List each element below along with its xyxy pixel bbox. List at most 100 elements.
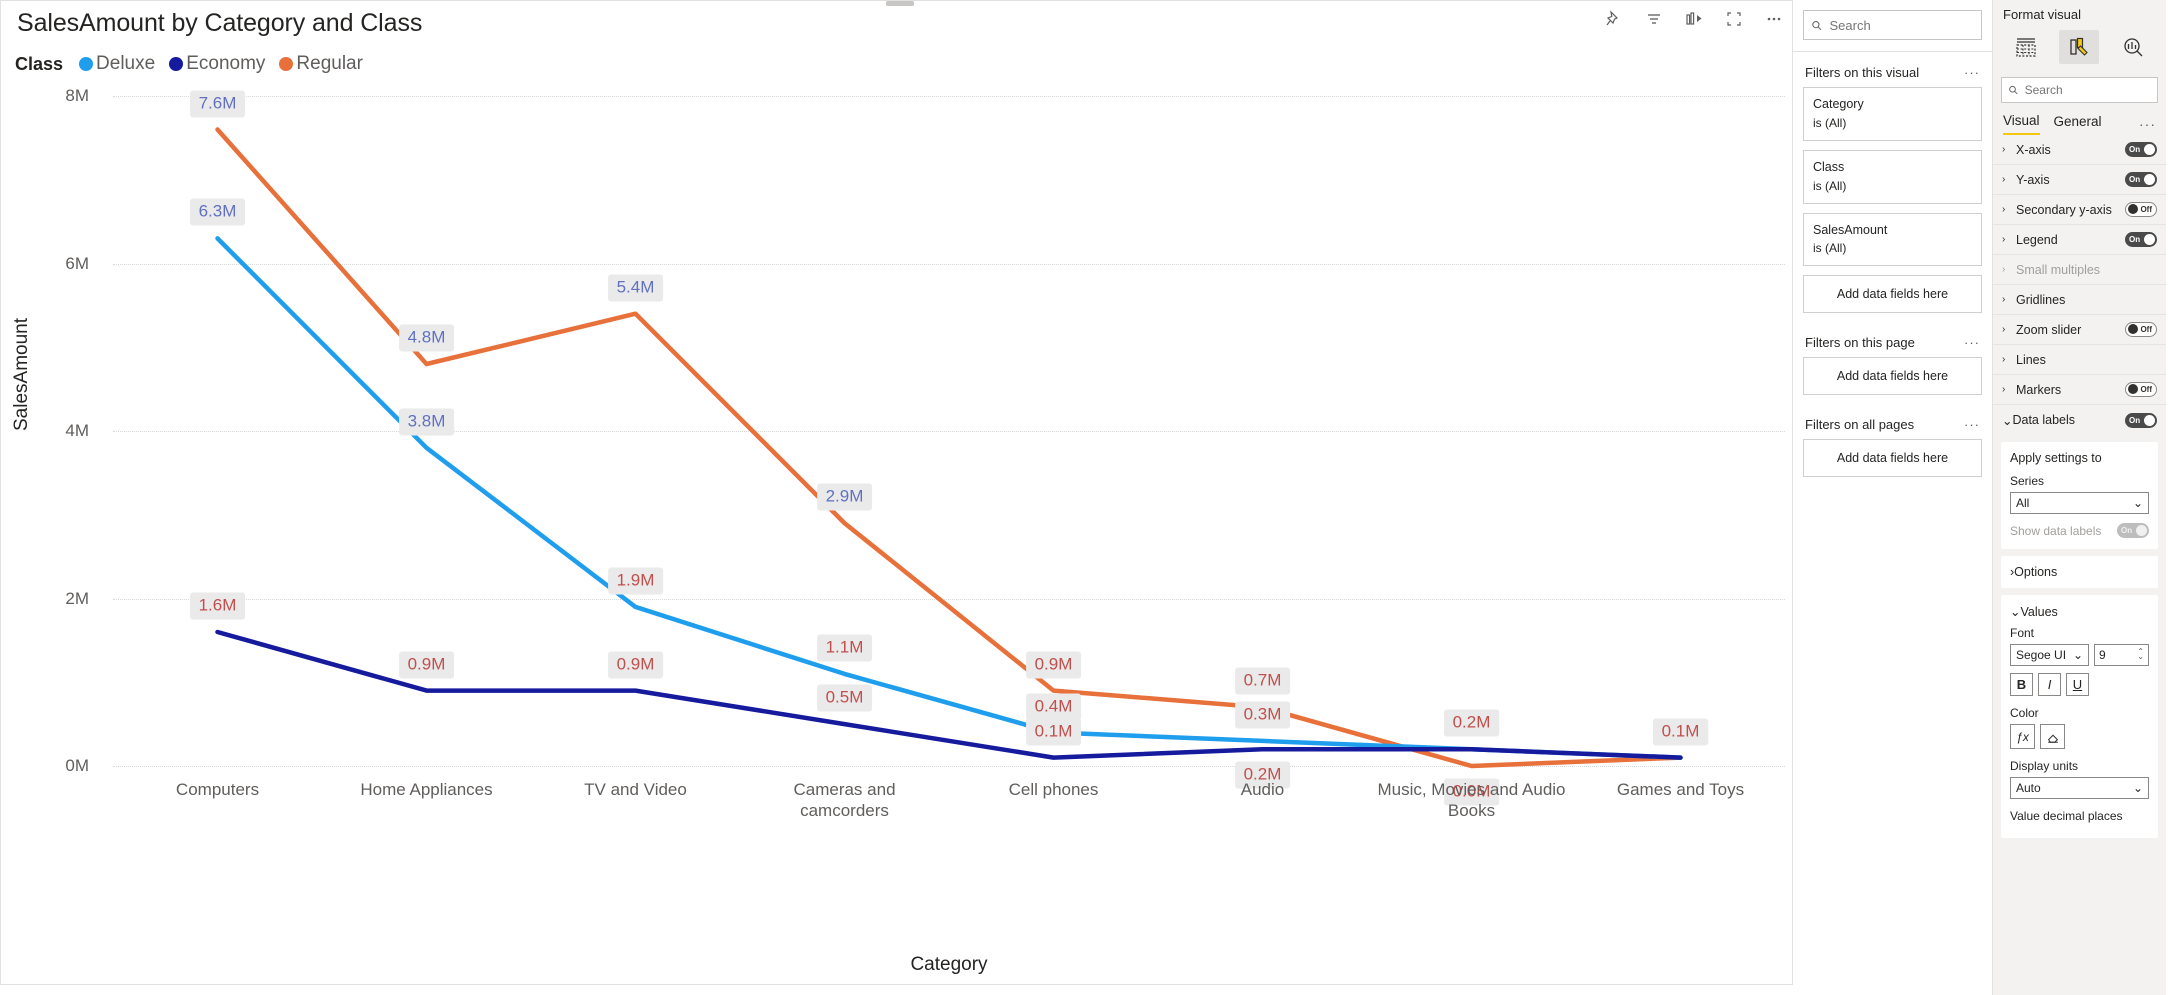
format-row-label: Markers	[2016, 382, 2062, 397]
format-row-toggle[interactable]: Off	[2125, 202, 2157, 217]
filter-dropzone[interactable]: Add data fields here	[1803, 439, 1982, 478]
filter-icon[interactable]	[1644, 9, 1664, 29]
underline-button[interactable]: U	[2066, 673, 2089, 696]
italic-button[interactable]: I	[2038, 673, 2061, 696]
filters-section-more-icon[interactable]: ···	[1964, 335, 1980, 350]
format-row-toggle[interactable]: On	[2125, 142, 2157, 157]
data-label: 0.1M	[1652, 718, 1709, 746]
filters-section-more-icon[interactable]: ···	[1964, 65, 1980, 80]
chart-plot-area[interactable]: 6.3M 3.8M 1.9M 1.1M 0.4M 0.3M 0.2M 0.1M 1.6M 0.9M…	[65, 86, 1785, 891]
format-tabs-more-icon[interactable]: ···	[2139, 116, 2156, 132]
values-group[interactable]: ⌄ Values	[2010, 604, 2149, 619]
y-axis-tick-label: 8M	[65, 86, 89, 105]
chevron-down-icon: ⌄	[2072, 648, 2083, 662]
more-options-icon[interactable]	[1764, 9, 1784, 29]
filters-search-box[interactable]	[1803, 10, 1982, 40]
filter-card[interactable]: Category is (All)	[1803, 87, 1982, 141]
build-visual-glyph	[2016, 37, 2036, 57]
filter-field-name: SalesAmount	[1813, 222, 1888, 237]
font-controls: Segoe UI ⌄ 9 ⌃ ⌄	[2010, 644, 2149, 666]
format-row-label: Lines	[2016, 352, 2046, 367]
font-style-buttons: B I U	[2010, 673, 2149, 696]
tab-general[interactable]: General	[2054, 114, 2102, 134]
pin-icon[interactable]	[1604, 9, 1624, 29]
chevron-right-icon: ›	[2002, 174, 2006, 185]
analytics-magnifier-glyph	[2124, 37, 2143, 56]
x-axis-tick-label: Music, Movies and Audio Books	[1377, 780, 1566, 820]
data-label: 0.2M	[1443, 709, 1500, 737]
x-axis-tick-label: Cell phones	[1008, 780, 1099, 799]
format-row-label: Legend	[2016, 232, 2058, 247]
bold-button[interactable]: B	[2010, 673, 2033, 696]
format-search-box[interactable]	[2001, 77, 2158, 103]
format-row-toggle[interactable]: On	[2125, 232, 2157, 247]
format-row-y-axis[interactable]: › Y-axis On	[1993, 165, 2166, 195]
focus-mode-icon[interactable]	[1724, 9, 1744, 29]
color-label: Color	[2010, 706, 2039, 720]
format-row-toggle[interactable]: Off	[2125, 322, 2157, 337]
drill-icon[interactable]	[1684, 9, 1704, 29]
filter-dropzone[interactable]: Add data fields here	[1803, 357, 1982, 396]
data-labels-toggle[interactable]: On	[2125, 412, 2157, 428]
show-data-labels-toggle[interactable]: On	[2117, 523, 2149, 538]
chevron-down-icon: ⌄	[2002, 413, 2013, 428]
y-axis-tick-label: 6M	[65, 253, 89, 273]
filters-section-title: Filters on this page	[1805, 335, 1915, 351]
page-title: SalesAmount by Category and Class	[17, 9, 423, 37]
filter-card[interactable]: SalesAmount is (All)	[1803, 212, 1982, 267]
display-units-select[interactable]: Auto ⌄	[2010, 777, 2149, 799]
data-label: 1.9M	[607, 567, 664, 595]
visual-top-resize-handle[interactable]	[886, 1, 914, 6]
value-decimal-places-label: Value decimal places	[2010, 809, 2123, 823]
legend-swatch-regular	[279, 57, 294, 71]
format-row-markers[interactable]: › Markers Off	[1993, 375, 2166, 405]
format-pane-title: Format visual	[2003, 7, 2082, 22]
filters-section-more-icon[interactable]: ···	[1964, 417, 1980, 432]
chevron-right-icon: ›	[2002, 264, 2006, 275]
x-axis-tick-label: Home Appliances	[360, 780, 493, 799]
filter-dropzone[interactable]: Add data fields here	[1803, 275, 1982, 314]
series-select[interactable]: All ⌄	[2010, 492, 2149, 514]
chart-series-lines	[215, 127, 1683, 769]
format-row-gridlines[interactable]: › Gridlines	[1993, 285, 2166, 315]
color-controls: ƒx	[2010, 724, 2149, 749]
build-visual-icon[interactable]	[2006, 30, 2046, 64]
series-label: Series	[2010, 474, 2045, 488]
options-label: Options	[2014, 565, 2058, 579]
format-row-toggle[interactable]: Off	[2125, 382, 2157, 397]
chart-visual-container[interactable]: SalesAmount by Category and Class Class …	[0, 0, 1793, 985]
format-row-secondary-y-axis[interactable]: › Secondary y-axis Off	[1993, 195, 2166, 225]
data-label: 0.3M	[1234, 701, 1291, 729]
chevron-right-icon: ›	[2002, 324, 2006, 335]
y-axis-tick-label: 0M	[65, 756, 89, 775]
font-size-stepper[interactable]: 9 ⌃ ⌄	[2094, 644, 2149, 666]
format-search-input[interactable]	[2024, 83, 2151, 97]
filter-field-name: Class	[1813, 159, 1845, 174]
font-family-value: Segoe UI	[2016, 648, 2067, 662]
options-group[interactable]: › Options	[2001, 556, 2158, 588]
reset-color-button[interactable]	[2040, 724, 2065, 749]
values-card: ⌄ Values Font Segoe UI ⌄ 9 ⌃ ⌄ B I U Colo…	[2001, 595, 2158, 838]
format-group-data-labels[interactable]: ⌄ Data labels On	[1993, 405, 2166, 435]
format-row-legend[interactable]: › Legend On	[1993, 225, 2166, 255]
conditional-formatting-fx-button[interactable]: ƒx	[2010, 724, 2035, 749]
format-row-x-axis[interactable]: › X-axis On	[1993, 135, 2166, 165]
tab-visual[interactable]: Visual	[2003, 113, 2040, 135]
format-row-label: Y-axis	[2016, 172, 2050, 187]
legend-item-deluxe[interactable]: Deluxe	[79, 53, 155, 75]
format-row-lines[interactable]: › Lines	[1993, 345, 2166, 375]
format-row-toggle[interactable]: On	[2125, 172, 2157, 187]
filter-card[interactable]: Class is (All)	[1803, 149, 1982, 204]
analytics-icon[interactable]	[2113, 30, 2153, 64]
search-icon	[2009, 85, 2018, 95]
legend-item-economy[interactable]: Economy	[169, 53, 265, 75]
filters-search-input[interactable]	[1829, 17, 1974, 33]
data-label: 1.6M	[189, 592, 246, 620]
legend-item-regular[interactable]: Regular	[279, 53, 363, 75]
data-label: 0.7M	[1234, 667, 1291, 695]
chevron-right-icon: ›	[2002, 384, 2006, 395]
font-family-select[interactable]: Segoe UI ⌄	[2010, 644, 2089, 666]
format-row-label: X-axis	[2016, 142, 2051, 157]
format-row-zoom-slider[interactable]: › Zoom slider Off	[1993, 315, 2166, 345]
format-visual-icon[interactable]	[2059, 29, 2100, 64]
